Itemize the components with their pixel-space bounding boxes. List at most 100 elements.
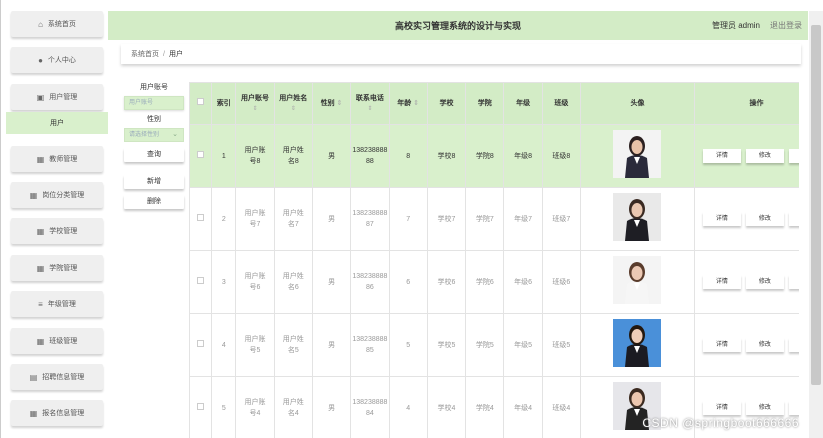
gender-select[interactable]: 请选择性别 ⌄ (124, 128, 184, 142)
detail-button[interactable]: 详情 (702, 401, 741, 415)
row-checkbox[interactable] (197, 402, 205, 410)
cell-gender: 男 (311, 250, 352, 314)
add-button[interactable]: 新增 (124, 175, 184, 189)
delete-row-button[interactable]: 删除 (788, 338, 799, 352)
sidebar-item-label: 报名信息管理 (42, 410, 85, 417)
sort-icon[interactable]: ⇕ (275, 104, 312, 114)
row-checkbox-cell[interactable] (189, 187, 213, 251)
cell-index: 5 (211, 376, 237, 438)
cell-school: 学校7 (426, 187, 467, 251)
sidebar-item[interactable]: ▦ 班级管理 (11, 328, 103, 354)
cell-college: 学院8 (465, 124, 505, 188)
sidebar: ⌂ 系统首页 ● 个人中心 ▣ 用户管理 ▦ 教师管理 ▦ 岗位分类管理 ▦ 学校管理 ▦ 学院管理 ≡ 年级… (1, 0, 108, 438)
cell-clazz: 班级8 (541, 124, 582, 188)
row-checkbox[interactable] (197, 150, 205, 158)
sidebar-item[interactable]: ⌂ 系统首页 (11, 11, 103, 37)
cell-grade: 年级7 (503, 187, 543, 251)
cell-phone: 13823888887 (350, 187, 390, 251)
cell-grade: 年级4 (503, 376, 543, 438)
cell-name: 用户姓名8 (273, 124, 313, 188)
sort-icon[interactable]: ⇕ (351, 104, 388, 114)
detail-button[interactable]: 详情 (702, 212, 741, 226)
sort-icon[interactable]: ⇕ (335, 100, 343, 107)
detail-button[interactable]: 详情 (702, 338, 741, 352)
sidebar-item[interactable]: ▦ 学院管理 (11, 255, 103, 281)
table-row[interactable]: 4 用户账号5 用户姓名5 男 13823888885 5 学校5 学院5 年级5 班级5 详情 修改… (189, 313, 799, 377)
edit-button[interactable]: 修改 (745, 401, 784, 415)
cell-index: 3 (211, 250, 237, 314)
sidebar-item[interactable]: ● 个人中心 (11, 47, 103, 73)
sidebar-item[interactable]: ▦ 教师管理 (11, 146, 103, 172)
sidebar-item[interactable]: ≡ 年级管理 (11, 291, 103, 317)
cell-actions: 详情修改删除 (693, 187, 799, 251)
row-checkbox-cell[interactable] (189, 124, 213, 188)
cell-clazz: 班级4 (541, 376, 582, 438)
sort-icon[interactable]: ⇕ (236, 104, 273, 114)
delete-row-button[interactable]: 删除 (788, 401, 799, 415)
avatar-image (613, 193, 662, 241)
cell-name: 用户姓名4 (273, 376, 313, 438)
cell-age: 6 (388, 250, 428, 314)
row-checkbox[interactable] (197, 276, 205, 284)
delete-row-button[interactable]: 删除 (788, 275, 799, 289)
row-checkbox-cell[interactable] (189, 313, 213, 377)
delete-button[interactable]: 删除 (124, 195, 184, 209)
row-checkbox[interactable] (197, 339, 205, 347)
cell-grade: 年级6 (503, 250, 543, 314)
delete-row-button[interactable]: 删除 (788, 212, 799, 226)
column-header[interactable] (189, 82, 213, 125)
users-icon: ▣ (36, 92, 45, 102)
sidebar-item[interactable]: ▦ 学校管理 (11, 218, 103, 244)
cell-account: 用户账号7 (235, 187, 275, 251)
table-row[interactable]: 3 用户账号6 用户姓名6 男 13823888886 6 学校6 学院6 年级6 班级6 详情 修改… (189, 250, 799, 314)
row-actions: 详情修改删除 (695, 338, 799, 352)
detail-button[interactable]: 详情 (702, 275, 741, 289)
row-checkbox[interactable] (197, 213, 205, 221)
user-table-wrapper: 索引 用户账号 ⇕ 用户姓名 ⇕ 性别 ⇕ 联系电话 ⇕ 年龄 ⇕ 学校 学院 年级 班级 头像 操作 1用… (189, 82, 799, 438)
account-input[interactable]: 用户账号 (124, 96, 184, 110)
table-row[interactable]: 2 用户账号7 用户姓名7 男 13823888887 7 学校7 学院7 年级7 班级7 详情 修改… (189, 187, 799, 251)
sidebar-item[interactable]: ▦ 报名信息管理 (11, 400, 103, 426)
gender-label: 性别 (147, 116, 161, 123)
sort-icon[interactable]: ⇕ (411, 100, 419, 107)
detail-button[interactable]: 详情 (702, 149, 741, 163)
cell-account: 用户账号4 (235, 376, 275, 438)
table-row[interactable]: 1 用户账号8 用户姓名8 男 13823888888 8 学校8 学院8 年级8 班级8 详情 修改… (189, 124, 799, 188)
edit-button[interactable]: 修改 (745, 212, 784, 226)
cell-college: 学院6 (465, 250, 505, 314)
edit-button[interactable]: 修改 (745, 338, 784, 352)
vertical-scrollbar[interactable] (809, 11, 823, 438)
cell-clazz: 班级7 (541, 187, 582, 251)
edit-button[interactable]: 修改 (745, 275, 784, 289)
grid-icon: ▦ (36, 336, 45, 346)
column-header-label: 学校 (439, 99, 454, 107)
person-icon: ● (38, 55, 43, 65)
sidebar-item[interactable]: ▤ 招聘信息管理 (11, 364, 103, 390)
column-header-label: 操作 (749, 99, 764, 107)
logout-link[interactable]: 退出登录 (770, 20, 802, 31)
column-header: 年龄 ⇕ (388, 82, 428, 125)
chevron-down-icon: ⌄ (172, 131, 178, 138)
sidebar-subitem-users[interactable]: 用户 (6, 112, 108, 134)
delete-row-button[interactable]: 删除 (788, 149, 799, 163)
edit-button[interactable]: 修改 (745, 149, 784, 163)
query-button[interactable]: 查询 (124, 148, 184, 162)
cell-gender: 男 (311, 376, 352, 438)
column-header: 用户账号 ⇕ (235, 82, 275, 125)
select-all-checkbox[interactable] (197, 98, 205, 105)
cell-age: 7 (388, 187, 428, 251)
column-header-label: 索引 (216, 99, 231, 107)
cell-account: 用户账号6 (235, 250, 275, 314)
breadcrumb-home[interactable]: 系统首页 (131, 49, 159, 59)
sidebar-item[interactable]: ▣ 用户管理 (11, 84, 103, 110)
sidebar-item-label: 用户管理 (49, 94, 78, 101)
breadcrumb-current: 用户 (168, 51, 183, 58)
sidebar-item[interactable]: ▦ 岗位分类管理 (11, 182, 103, 208)
account-label: 用户账号 (140, 84, 168, 91)
row-checkbox-cell[interactable] (189, 376, 213, 438)
user-table: 索引 用户账号 ⇕ 用户姓名 ⇕ 性别 ⇕ 联系电话 ⇕ 年龄 ⇕ 学校 学院 年级 班级 头像 操作 1用… (189, 82, 799, 438)
column-header: 头像 (580, 82, 695, 125)
row-checkbox-cell[interactable] (189, 250, 213, 314)
scrollbar-thumb[interactable] (811, 25, 821, 385)
row-actions: 详情修改删除 (695, 401, 799, 415)
